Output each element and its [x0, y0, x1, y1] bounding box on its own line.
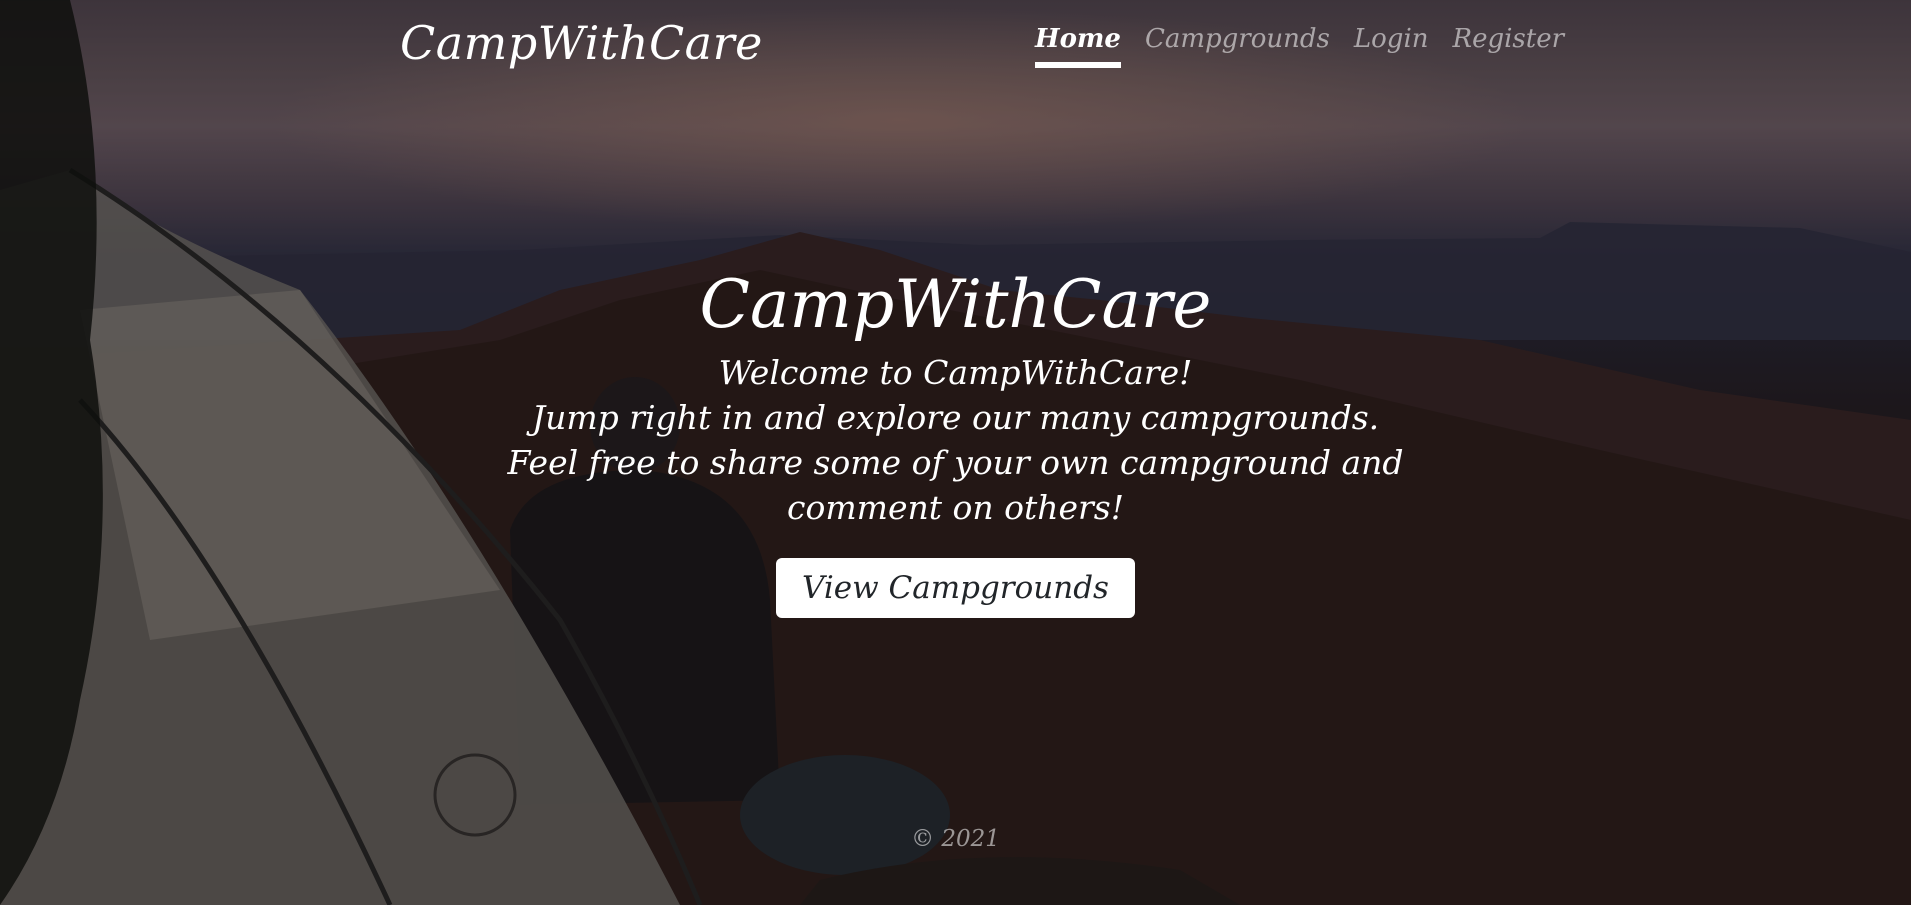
- hero-lead-line-explore: Jump right in and explore our many campg…: [531, 398, 1380, 437]
- nav-link-login[interactable]: Login: [1354, 24, 1429, 68]
- hero-lead-line-welcome: Welcome to CampWithCare!: [718, 353, 1193, 392]
- landing-page: CampWithCare Home Campgrounds Login Regi…: [0, 0, 1911, 905]
- copyright-text: © 2021: [911, 826, 1000, 852]
- hero-lead: Welcome to CampWithCare! Jump right in a…: [456, 350, 1456, 530]
- footer: © 2021: [0, 826, 1911, 852]
- hero-section: CampWithCare Welcome to CampWithCare! Ju…: [0, 260, 1911, 618]
- nav-link-register[interactable]: Register: [1453, 24, 1565, 68]
- nav-link-campgrounds[interactable]: Campgrounds: [1145, 24, 1330, 68]
- nav-link-home[interactable]: Home: [1035, 24, 1121, 68]
- view-campgrounds-button[interactable]: View Campgrounds: [776, 558, 1135, 618]
- hero-title: CampWithCare: [699, 266, 1212, 343]
- top-navbar: CampWithCare Home Campgrounds Login Regi…: [0, 0, 1911, 86]
- hero-lead-line-share: Feel free to share some of your own camp…: [507, 443, 1404, 527]
- nav-links: Home Campgrounds Login Register: [1035, 24, 1564, 68]
- navbar-brand[interactable]: CampWithCare: [400, 16, 763, 70]
